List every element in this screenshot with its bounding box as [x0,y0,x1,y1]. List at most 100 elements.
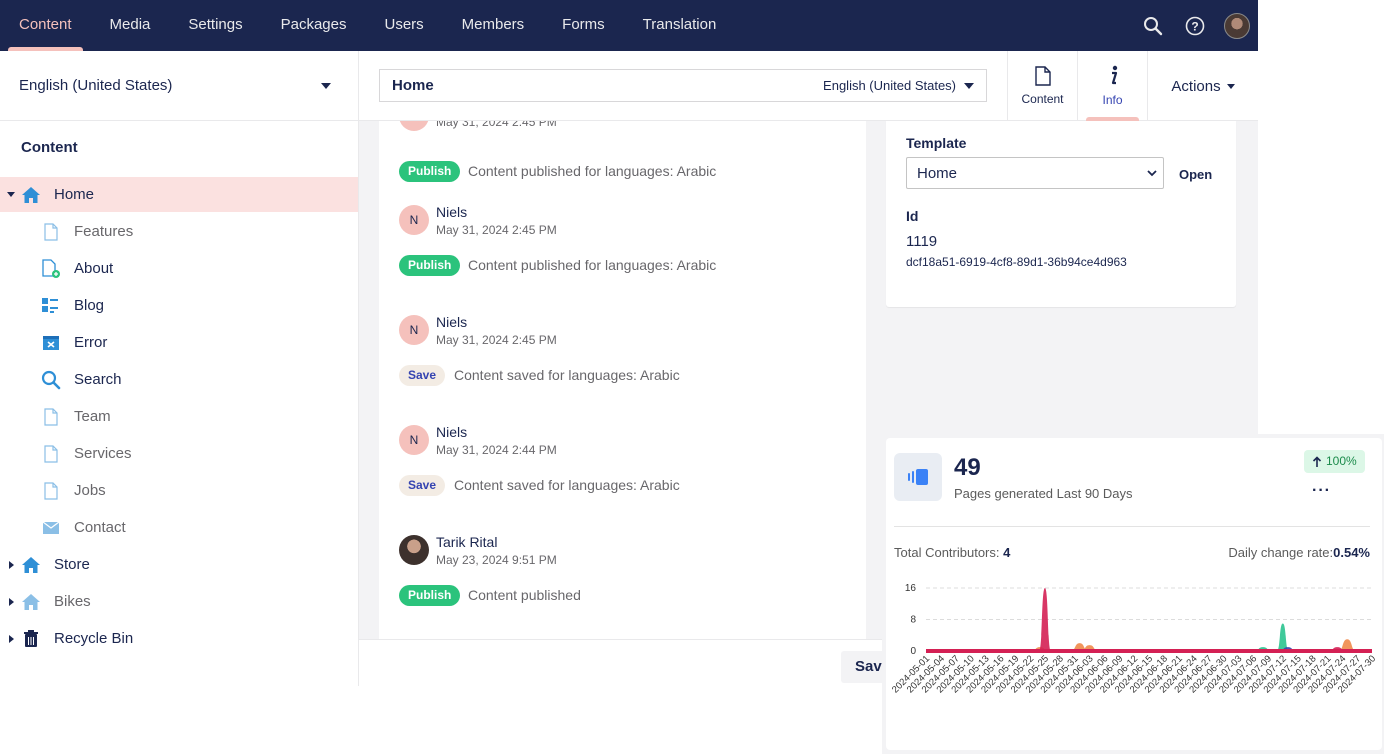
topnav-settings[interactable]: Settings [169,0,261,51]
node-id: 1119 [906,233,938,250]
divider [894,526,1370,527]
tree-item-home[interactable]: Home [0,177,358,212]
contributors-stat: Total Contributors: 4 [894,545,1010,560]
error-icon [41,333,61,353]
document-icon [1034,66,1051,86]
editor-footer: Save [359,639,882,686]
tree-item-label: Error [74,334,108,351]
tree-item-features[interactable]: Features [0,214,358,249]
id-label: Id [906,208,919,224]
node-guid: dcf18a51-6919-4cf8-89d1-36b94ce4d963 [906,255,1127,269]
template-select[interactable]: Home [906,157,1164,189]
tree-item-services[interactable]: Services [0,436,358,471]
history-date: May 31, 2024 2:44 PM [436,443,557,457]
editor-header: Home English (United States) Content Inf… [359,51,1258,121]
tree-item-label: Features [74,223,134,240]
actions-button[interactable]: Actions [1147,51,1258,121]
tree-item-search[interactable]: Search [0,362,358,397]
history-message: Content published [468,587,581,603]
save-button[interactable]: Save [841,651,882,683]
more-options-icon[interactable]: ··· [1312,482,1331,500]
tree-item-label: Store [54,556,90,573]
publish-badge: Publish [399,161,461,182]
node-name-field[interactable]: Home English (United States) [379,69,987,102]
save-badge: Save [399,475,446,496]
contributors-label: Total Contributors: [894,545,1000,560]
actions-label: Actions [1171,77,1221,95]
tree-item-label: Jobs [74,482,106,499]
home-icon [21,185,41,205]
trash-icon [21,629,41,649]
tree-item-error[interactable]: Error [0,325,358,360]
tree-item-recycle-bin[interactable]: Recycle Bin [0,621,358,656]
tree-item-team[interactable]: Team [0,399,358,434]
search-icon[interactable] [1140,13,1166,39]
tree-item-store[interactable]: Store [0,547,358,582]
topnav-content[interactable]: Content [0,0,91,51]
node-name: Home [392,77,434,94]
tab-info-label: Info [1102,93,1123,107]
pages-count: 49 [954,454,981,481]
section-tabs: Content Media Settings Packages Users Members… [0,0,735,51]
rate-value: 0.54% [1333,545,1370,560]
tree-item-label: Home [54,186,95,203]
open-template-link[interactable]: Open [1179,167,1212,182]
y-tick-label: 16 [905,583,917,594]
history-date: May 31, 2024 2:45 PM [436,223,557,237]
tree-item-blog[interactable]: Blog [0,288,358,323]
history-date: May 23, 2024 9:51 PM [436,553,557,567]
tree-item-label: Services [74,445,132,462]
tab-content[interactable]: Content [1007,51,1077,121]
topnav-media[interactable]: Media [91,0,170,51]
user-avatar[interactable] [1224,12,1250,39]
search-icon [41,370,61,390]
y-tick-label: 8 [910,615,916,626]
pages-caption: Pages generated Last 90 Days [954,486,1133,501]
tree-item-label: Bikes [54,593,91,610]
document-icon [41,481,61,501]
tree-item-label: Team [74,408,111,425]
topnav-users[interactable]: Users [365,0,442,51]
save-badge: Save [399,365,446,386]
publish-badge: Publish [399,255,461,276]
rate-label: Daily change rate: [1228,545,1334,560]
area-spike [1276,623,1289,651]
caret-right-icon[interactable] [9,635,14,643]
change-value: 100% [1326,454,1357,468]
tree-item-contact[interactable]: Contact [0,510,358,545]
topnav-translation[interactable]: Translation [624,0,736,51]
caret-right-icon[interactable] [9,561,14,569]
tree-item-jobs[interactable]: Jobs [0,473,358,508]
pages-chart: 08162024-05-012024-05-042024-05-072024-0… [890,583,1378,695]
topnav-forms[interactable]: Forms [543,0,624,51]
tree-item-label: Recycle Bin [54,630,134,647]
mail-icon [41,518,61,538]
change-badge: 100% [1304,450,1365,473]
tree-item-about[interactable]: About [0,251,358,286]
tab-info[interactable]: Info [1077,51,1147,121]
topnav-packages[interactable]: Packages [262,0,366,51]
history-message: Content saved for languages: Arabic [454,477,680,493]
chevron-down-icon [964,82,974,89]
history-message: Content published for languages: Arabic [468,163,717,179]
node-language-switch[interactable]: English (United States) [823,78,974,93]
contributors-value: 4 [1003,545,1011,560]
history-date: May 31, 2024 2:45 PM [436,333,557,347]
tab-content-label: Content [1021,92,1064,106]
caret-down-icon[interactable] [7,192,15,197]
chevron-down-icon [1147,170,1157,177]
tree-item-label: Search [74,371,122,388]
caret-right-icon[interactable] [9,598,14,606]
language-selector[interactable]: English (United States) [0,51,358,121]
topnav-members[interactable]: Members [443,0,544,51]
help-icon[interactable]: ? [1182,13,1208,39]
user-avatar: N [399,315,429,345]
document-icon [41,222,61,242]
history-user: Tarik Rital [436,534,498,550]
publish-badge: Publish [399,585,461,606]
history-date: May 31, 2024 2:45 PM [436,121,557,129]
pages-icon [894,453,942,501]
tree-item-bikes[interactable]: Bikes [0,584,358,619]
history-user: Niels [436,314,468,330]
home-icon [21,592,41,612]
